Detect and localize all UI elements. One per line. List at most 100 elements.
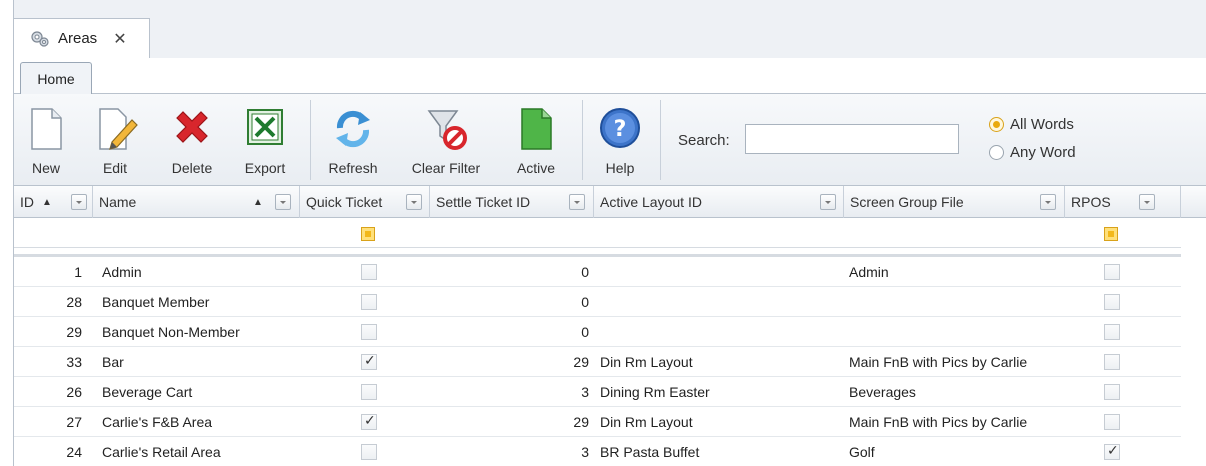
- cell-settle-ticket-id: 29: [573, 414, 589, 430]
- delete-button[interactable]: Delete: [164, 100, 220, 182]
- cell-screen-group-file: Main FnB with Pics by Carlie: [849, 414, 1028, 430]
- cell-settle-ticket-id: 0: [581, 324, 589, 340]
- rpos-checkbox[interactable]: [1104, 384, 1120, 400]
- rpos-checkbox[interactable]: [1104, 354, 1120, 370]
- cell-id: 33: [66, 354, 82, 370]
- cell-name: Admin: [102, 264, 142, 280]
- column-filter-button[interactable]: [1139, 194, 1155, 210]
- table-row[interactable]: 27 Carlie's F&B Area 29 Din Rm Layout Main F…: [14, 407, 1181, 437]
- sort-ascending-icon: ▲: [42, 196, 52, 208]
- column-filter-button[interactable]: [275, 194, 291, 210]
- radio-unselected-icon: [989, 145, 1004, 160]
- column-id-label: ID: [20, 194, 34, 210]
- quick-ticket-checkbox[interactable]: [361, 444, 377, 460]
- rpos-checkbox[interactable]: [1104, 264, 1120, 280]
- all-words-radio[interactable]: All Words: [989, 116, 1074, 133]
- column-filter-button[interactable]: [820, 194, 836, 210]
- any-word-label: Any Word: [1010, 144, 1076, 161]
- delete-x-icon: [176, 111, 208, 143]
- new-button[interactable]: New: [22, 100, 70, 182]
- cell-active-layout: BR Pasta Buffet: [600, 444, 700, 460]
- cell-name: Carlie's Retail Area: [102, 444, 221, 460]
- table-row[interactable]: 29 Banquet Non-Member 0: [14, 317, 1181, 347]
- cell-screen-group-file: Admin: [849, 264, 889, 280]
- cell-id: 27: [66, 414, 82, 430]
- column-filter-button[interactable]: [406, 194, 422, 210]
- column-active-layout-label: Active Layout ID: [600, 194, 702, 210]
- edit-button[interactable]: Edit: [92, 100, 138, 182]
- column-header-rpos[interactable]: RPOS: [1065, 186, 1181, 218]
- column-header-screen-group-file[interactable]: Screen Group File: [844, 186, 1065, 218]
- cell-screen-group-file: [849, 287, 1064, 317]
- radio-selected-icon: [989, 117, 1004, 132]
- cell-name: Carlie's F&B Area: [102, 414, 213, 430]
- help-question-icon: ?: [600, 108, 640, 148]
- table-row[interactable]: 24 Carlie's Retail Area 3 BR Pasta Buffet Go…: [14, 437, 1181, 466]
- cell-name: Banquet Member: [102, 294, 210, 310]
- rpos-filter-checkbox[interactable]: [1104, 227, 1118, 241]
- cell-name: Banquet Non-Member: [102, 324, 240, 340]
- auto-filter-row: [14, 218, 1181, 248]
- clear-filter-funnel-icon: [427, 110, 467, 150]
- rpos-checkbox[interactable]: [1104, 443, 1120, 460]
- table-row[interactable]: 33 Bar 29 Din Rm Layout Main FnB with Pics b…: [14, 347, 1181, 377]
- column-screen-group-label: Screen Group File: [850, 194, 964, 210]
- help-button[interactable]: ? Help: [594, 100, 646, 182]
- search-input[interactable]: [745, 124, 959, 154]
- quick-ticket-checkbox[interactable]: [361, 353, 377, 370]
- column-name-label: Name: [99, 194, 137, 210]
- column-header-name[interactable]: Name ▲: [93, 186, 300, 218]
- active-document-icon: [521, 108, 552, 150]
- quick-ticket-checkbox[interactable]: [361, 264, 377, 280]
- areas-gears-icon: [31, 30, 49, 47]
- cell-active-layout: [600, 257, 840, 287]
- column-header-active-layout-id[interactable]: Active Layout ID: [594, 186, 844, 218]
- edit-button-label: Edit: [102, 160, 128, 176]
- table-row[interactable]: 1 Admin 0 Admin: [14, 257, 1181, 287]
- column-header-id[interactable]: ID ▲: [14, 186, 93, 218]
- table-row[interactable]: 26 Beverage Cart 3 Dining Rm Easter Beverage…: [14, 377, 1181, 407]
- export-button[interactable]: Export: [234, 100, 296, 182]
- any-word-radio[interactable]: Any Word: [989, 144, 1076, 161]
- all-words-label: All Words: [1010, 116, 1074, 133]
- areas-document-tab[interactable]: Areas ✕: [14, 18, 150, 58]
- column-filter-button[interactable]: [1040, 194, 1056, 210]
- ribbon-tab-bar: Home: [13, 58, 1206, 95]
- close-tab-icon[interactable]: ✕: [113, 29, 126, 49]
- cell-id: 29: [66, 324, 82, 340]
- svg-text:?: ?: [614, 117, 627, 142]
- grid-header: ID ▲ Name ▲ Quick Ticket Settle Ticket I…: [14, 186, 1206, 218]
- cell-screen-group-file: Beverages: [849, 384, 916, 400]
- table-row[interactable]: 28 Banquet Member 0: [14, 287, 1181, 317]
- active-button[interactable]: Active: [504, 100, 568, 182]
- quick-ticket-checkbox[interactable]: [361, 324, 377, 340]
- sort-ascending-icon: ▲: [253, 196, 263, 208]
- quick-ticket-checkbox[interactable]: [361, 384, 377, 400]
- column-rpos-label: RPOS: [1071, 194, 1111, 210]
- column-header-quick-ticket[interactable]: Quick Ticket: [300, 186, 430, 218]
- excel-export-icon: [247, 109, 283, 145]
- refresh-button[interactable]: Refresh: [320, 100, 386, 182]
- cell-name: Bar: [102, 354, 124, 370]
- column-filter-button[interactable]: [569, 194, 585, 210]
- quick-ticket-checkbox[interactable]: [361, 294, 377, 310]
- quick-ticket-filter-checkbox[interactable]: [361, 227, 375, 241]
- cell-settle-ticket-id: 29: [573, 354, 589, 370]
- column-header-settle-ticket-id[interactable]: Settle Ticket ID: [430, 186, 594, 218]
- cell-id: 1: [74, 264, 82, 280]
- column-settle-ticket-label: Settle Ticket ID: [436, 194, 531, 210]
- tab-home[interactable]: Home: [20, 62, 92, 95]
- cell-settle-ticket-id: 0: [581, 294, 589, 310]
- clear-filter-button[interactable]: Clear Filter: [402, 100, 490, 182]
- rpos-checkbox[interactable]: [1104, 324, 1120, 340]
- column-filter-button[interactable]: [71, 194, 87, 210]
- quick-ticket-checkbox[interactable]: [361, 413, 377, 430]
- delete-button-label: Delete: [171, 160, 213, 176]
- edit-pencil-icon: [99, 108, 138, 150]
- cell-settle-ticket-id: 0: [581, 264, 589, 280]
- rpos-checkbox[interactable]: [1104, 294, 1120, 310]
- cell-screen-group-file: Golf: [849, 444, 875, 460]
- refresh-arrows-icon: [336, 110, 370, 148]
- rpos-checkbox[interactable]: [1104, 414, 1120, 430]
- new-button-label: New: [31, 160, 60, 176]
